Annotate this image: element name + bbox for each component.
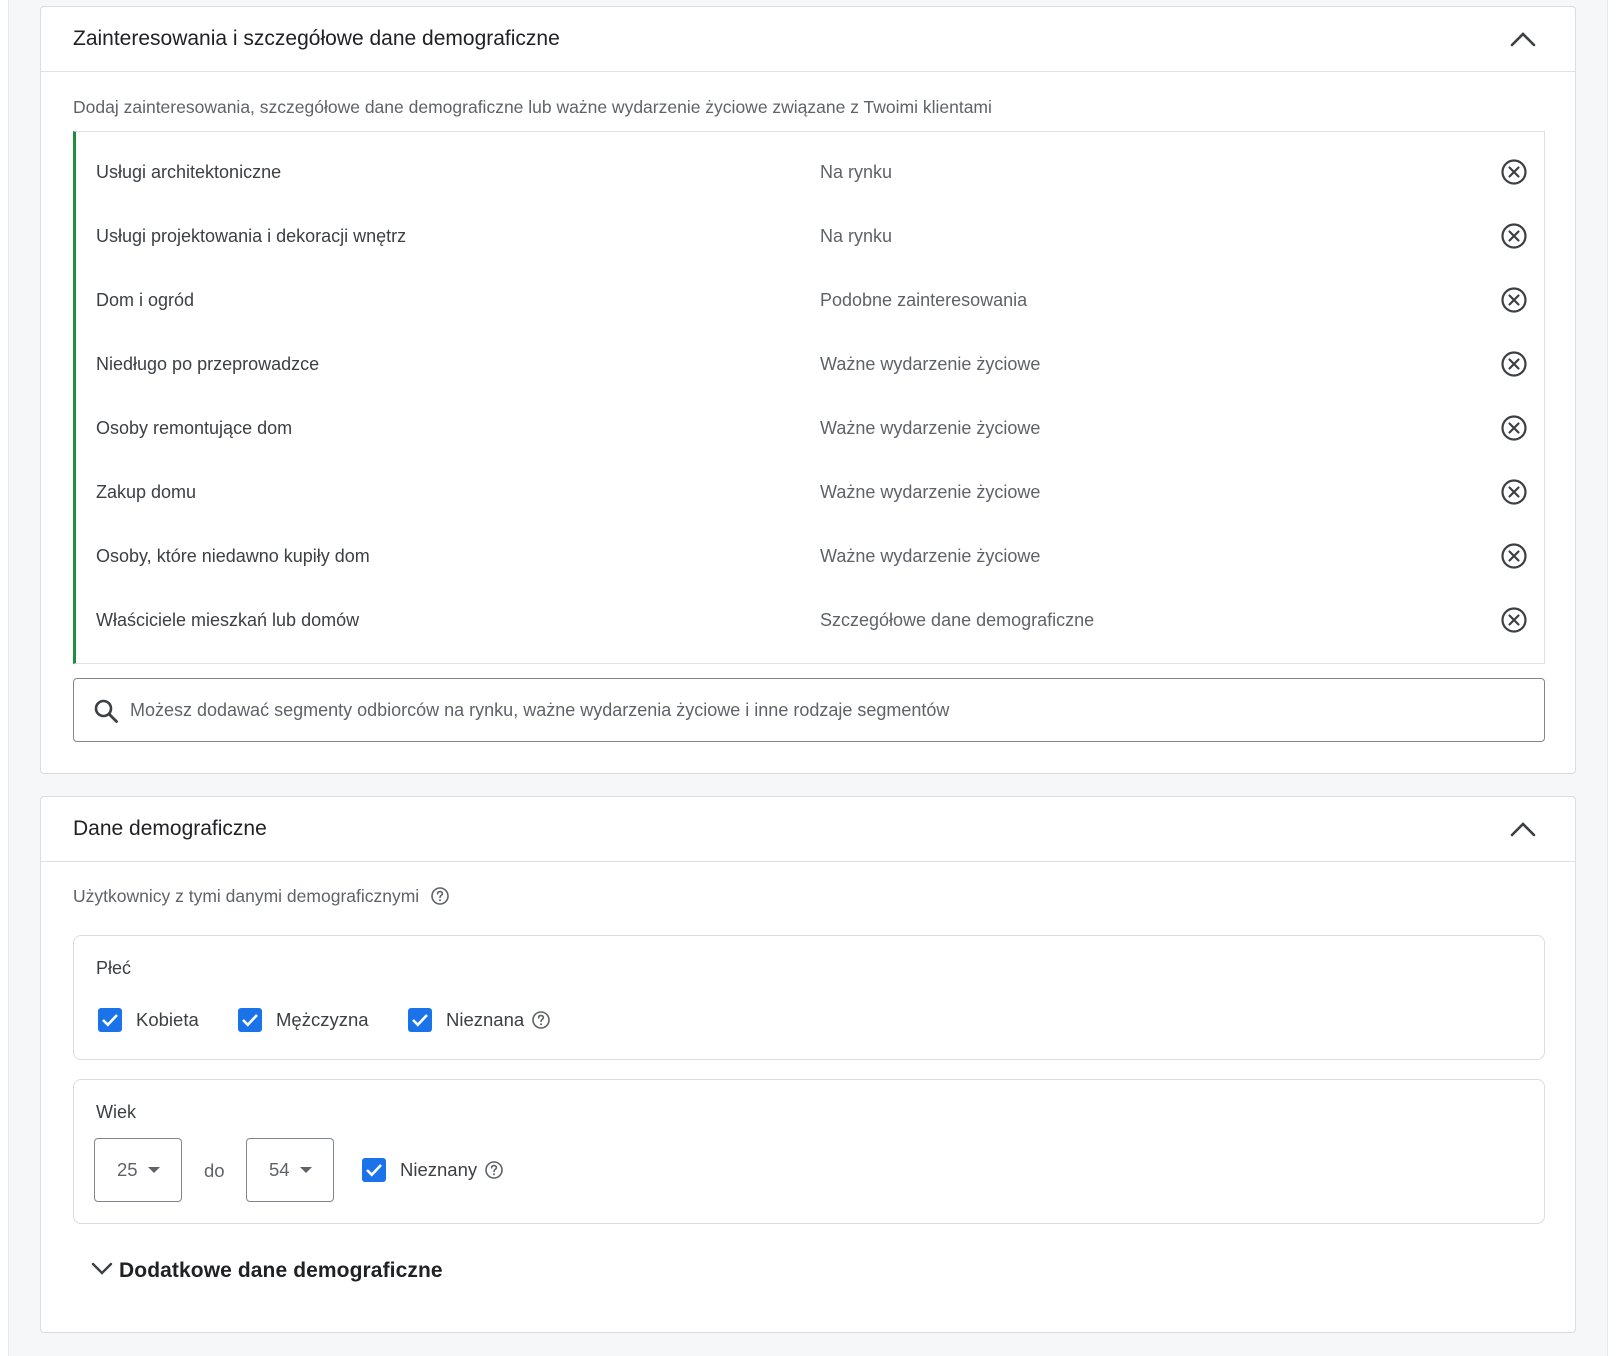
demographics-card: Dane demograficzne Użytkownicy z tymi da… — [40, 796, 1576, 1333]
segment-type: Ważne wydarzenie życiowe — [820, 417, 1041, 438]
segment-row: Osoby remontujące dom Ważne wydarzenie ż… — [76, 396, 1545, 460]
segment-type: Szczegółowe dane demograficzne — [820, 609, 1095, 630]
segment-name: Niedługo po przeprowadzce — [96, 353, 320, 374]
dropdown-arrow-icon — [300, 1167, 312, 1173]
segment-row: Usługi architektoniczne Na rynku — [76, 140, 1545, 204]
close-circle-icon[interactable] — [1498, 156, 1530, 188]
additional-demographics-label: Dodatkowe dane demograficzne — [119, 1259, 443, 1282]
demographics-description-text: Użytkownicy z tymi danymi demograficznym… — [73, 885, 420, 906]
close-circle-icon[interactable] — [1498, 412, 1530, 444]
interests-description: Dodaj zainteresowania, szczegółowe dane … — [73, 97, 992, 117]
checkbox-checked[interactable] — [362, 1158, 386, 1182]
segment-row: Usługi projektowania i dekoracji wnętrz … — [76, 204, 1545, 268]
interests-card-header[interactable]: Zainteresowania i szczegółowe dane demog… — [41, 7, 1575, 72]
checkbox-checked[interactable] — [98, 1008, 122, 1032]
segment-name: Usługi architektoniczne — [96, 161, 282, 182]
close-circle-icon[interactable] — [1498, 220, 1530, 252]
age-from-select[interactable]: 25 — [94, 1138, 182, 1202]
gender-option-label: Nieznana — [446, 1009, 525, 1030]
age-unknown-checkbox[interactable]: Nieznany — [362, 1158, 505, 1182]
age-from-value: 25 — [117, 1159, 138, 1180]
segment-name: Osoby, które niedawno kupiły dom — [96, 545, 370, 566]
age-to-select[interactable]: 54 — [246, 1138, 334, 1202]
age-label: Wiek — [96, 1102, 136, 1122]
chevron-down-icon — [91, 1262, 113, 1281]
segment-row: Niedługo po przeprowadzce Ważne wydarzen… — [76, 332, 1545, 396]
segment-name: Osoby remontujące dom — [96, 417, 293, 438]
close-circle-icon[interactable] — [1498, 348, 1530, 380]
gender-section: Płeć Kobieta Mężczyzna Nieznana — [73, 935, 1545, 1060]
demographics-card-header[interactable]: Dane demograficzne — [41, 797, 1575, 862]
gender-label: Płeć — [96, 958, 132, 978]
chevron-up-icon[interactable] — [1503, 19, 1543, 59]
segment-type: Ważne wydarzenie życiowe — [820, 545, 1041, 566]
close-circle-icon[interactable] — [1498, 540, 1530, 572]
additional-demographics-expander[interactable]: Dodatkowe dane demograficzne — [91, 1259, 443, 1283]
segment-name: Właściciele mieszkań lub domów — [96, 609, 360, 630]
interests-title: Zainteresowania i szczegółowe dane demog… — [73, 27, 560, 50]
checkbox-checked[interactable] — [408, 1008, 432, 1032]
segment-search-input[interactable] — [130, 689, 1510, 731]
demographics-description: Użytkownicy z tymi danymi demograficznym… — [73, 885, 451, 907]
interests-card: Zainteresowania i szczegółowe dane demog… — [40, 6, 1576, 774]
close-circle-icon[interactable] — [1498, 476, 1530, 508]
segment-row: Zakup domu Ważne wydarzenie życiowe — [76, 460, 1545, 524]
segment-search-box[interactable] — [73, 678, 1545, 742]
chevron-up-icon[interactable] — [1503, 809, 1543, 849]
segment-type: Ważne wydarzenie życiowe — [820, 353, 1041, 374]
segment-name: Zakup domu — [96, 481, 197, 502]
segment-type: Na rynku — [820, 161, 893, 182]
segment-type: Podobne zainteresowania — [820, 289, 1028, 310]
segment-type: Na rynku — [820, 225, 893, 246]
age-section: Wiek 25 do 54 Nieznany — [73, 1079, 1545, 1224]
age-to-value: 54 — [269, 1159, 290, 1180]
demographics-title: Dane demograficzne — [73, 817, 267, 840]
segment-list: Usługi architektoniczne Na rynku Usługi … — [73, 131, 1545, 664]
checkbox-checked[interactable] — [238, 1008, 262, 1032]
dropdown-arrow-icon — [148, 1167, 160, 1173]
segment-name: Usługi projektowania i dekoracji wnętrz — [96, 225, 407, 246]
gender-option-label: Kobieta — [136, 1009, 199, 1030]
help-icon[interactable] — [429, 885, 451, 907]
gender-option-label: Mężczyzna — [276, 1009, 369, 1030]
close-circle-icon[interactable] — [1498, 604, 1530, 636]
page-background: Zainteresowania i szczegółowe dane demog… — [8, 0, 1608, 1356]
gender-unknown-checkbox[interactable]: Nieznana — [408, 1008, 552, 1032]
segment-row: Osoby, które niedawno kupiły dom Ważne w… — [76, 524, 1545, 588]
age-to-label: do — [204, 1160, 225, 1181]
help-icon[interactable] — [483, 1159, 505, 1181]
close-circle-icon[interactable] — [1498, 284, 1530, 316]
segment-row: Właściciele mieszkań lub domów Szczegóło… — [76, 588, 1545, 652]
age-unknown-label: Nieznany — [400, 1159, 478, 1180]
gender-male-checkbox[interactable]: Mężczyzna — [238, 1008, 369, 1032]
help-icon[interactable] — [530, 1009, 552, 1031]
segment-type: Ważne wydarzenie życiowe — [820, 481, 1041, 502]
segment-row: Dom i ogród Podobne zainteresowania — [76, 268, 1545, 332]
segment-name: Dom i ogród — [96, 289, 195, 310]
search-icon — [92, 697, 120, 725]
gender-female-checkbox[interactable]: Kobieta — [98, 1008, 199, 1032]
